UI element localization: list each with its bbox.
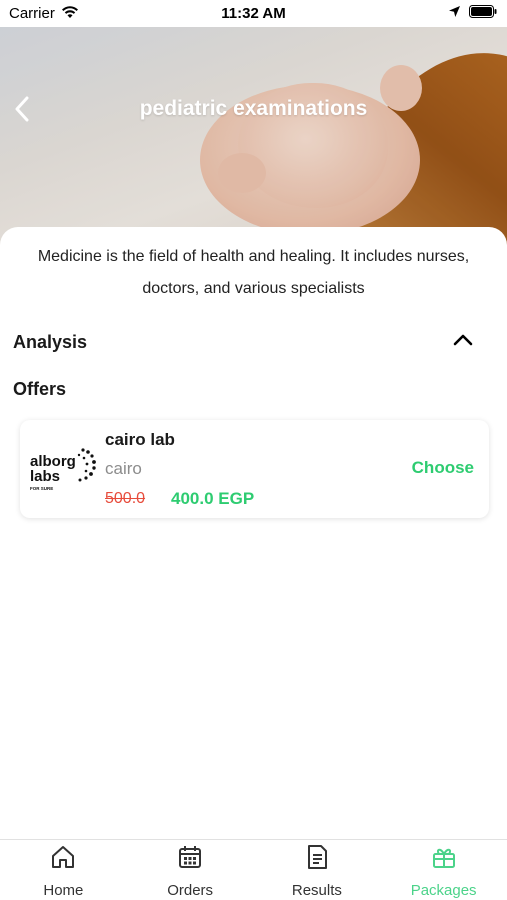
old-price: 500.0 [105,490,146,507]
tab-orders[interactable]: Orders [127,840,254,900]
tab-results-label: Results [291,882,342,899]
tab-results[interactable]: Results [254,840,381,900]
tab-home[interactable]: Home [0,840,127,900]
lab-city: cairo [105,459,142,478]
status-left: Carrier [9,5,79,23]
logo-text-2: labs [30,468,60,485]
hero-image: pediatric examinations [0,25,507,250]
new-price: 400.0 EGP [171,489,255,508]
wifi-icon [61,5,79,23]
lab-logo: alborg labs FOR SURE [28,446,98,496]
offers-heading: Offers [13,379,67,399]
logo-text-3: FOR SURE [30,486,53,491]
tab-orders-label: Orders [167,882,214,899]
hero-overlay [0,25,507,250]
calendar-icon [177,844,203,875]
tab-home-label: Home [43,882,84,899]
battery-icon [469,5,497,22]
page-title: pediatric examinations [139,97,368,120]
location-arrow-icon [448,5,461,22]
status-bar: Carrier 11:32 AM [0,0,507,27]
chevron-up-icon [453,333,473,351]
offer-card[interactable]: alborg labs FOR SURE cairo lab cairo 500… [20,420,489,518]
home-icon [50,844,76,875]
analysis-label: Analysis [13,331,88,352]
package-description: Medicine is the field of health and heal… [37,248,470,297]
choose-button[interactable]: Choose [412,458,474,478]
gift-icon [431,844,457,875]
tab-packages[interactable]: Packages [380,840,507,900]
carrier-label: Carrier [9,5,55,22]
document-icon [304,844,330,875]
bottom-tab-bar: Home Orders Results Packages [0,839,507,900]
lab-name: cairo lab [105,430,175,449]
status-right [448,5,497,22]
tab-packages-label: Packages [410,882,477,899]
analysis-section-toggle[interactable]: Analysis [13,327,493,357]
content-card: Medicine is the field of health and heal… [0,227,507,839]
